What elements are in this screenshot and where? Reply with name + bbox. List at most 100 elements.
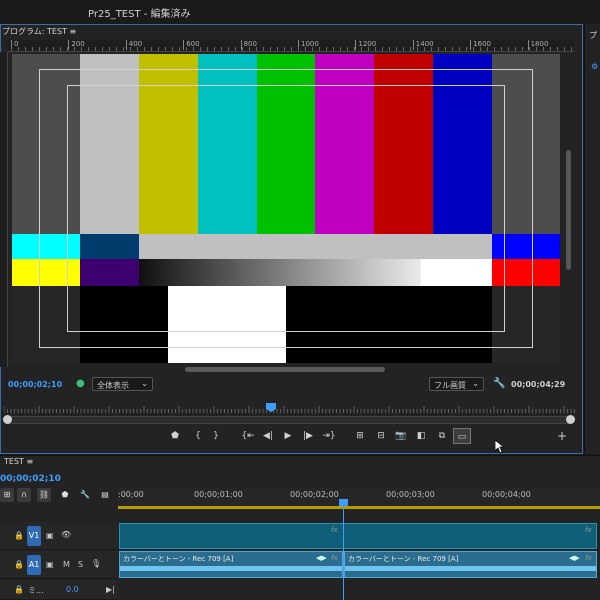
- track-header-mix: 🔒 ミ... 0.0 ▶|: [0, 580, 118, 600]
- ruler-minor-tick: [445, 47, 446, 51]
- ruler-minor-tick: [256, 47, 257, 51]
- mark-out-icon[interactable]: }: [207, 428, 225, 444]
- timeline-ruler-label: :00;00: [118, 490, 144, 499]
- ruler-minor-tick: [333, 47, 334, 51]
- monitor-control-row: 00;00;02;10 ● 全体表示 ⌄ フル画質 ⌄ 🔧 00;00;04;2…: [0, 376, 582, 394]
- audio-clip[interactable]: カラーバーとトーン - Rec 709 [A] ◀▶ fx: [119, 551, 343, 578]
- window-title: Pr25_TEST - 編集済み: [88, 9, 191, 20]
- mute-button[interactable]: M: [63, 560, 70, 569]
- ruler-minor-tick: [564, 47, 565, 51]
- go-to-end-icon[interactable]: ▶|: [106, 585, 115, 594]
- insert-nest-icon[interactable]: ⊞: [0, 488, 14, 502]
- snap-icon[interactable]: ∩: [17, 488, 31, 502]
- ruler-minor-tick: [305, 47, 306, 51]
- step-forward-icon[interactable]: |▶: [299, 428, 317, 444]
- current-timecode[interactable]: 00;00;02;10: [8, 380, 62, 389]
- scroll-handle-left[interactable]: [3, 415, 12, 424]
- eye-icon[interactable]: 👁: [61, 530, 71, 539]
- ruler-minor-tick: [473, 47, 474, 51]
- sync-lock-icon[interactable]: ▣: [46, 560, 54, 569]
- quality-dropdown[interactable]: フル画質 ⌄: [429, 377, 484, 391]
- marker-icon[interactable]: ⬟: [166, 428, 184, 444]
- ruler-minor-tick: [74, 47, 75, 51]
- mix-volume-value[interactable]: 0.0: [66, 585, 79, 594]
- lock-icon[interactable]: 🔒: [14, 585, 24, 594]
- captions-icon[interactable]: ▤: [98, 488, 112, 502]
- ruler-tick-label: 1200: [355, 40, 376, 50]
- ruler-minor-tick: [403, 47, 404, 51]
- track-target-a1[interactable]: A1: [27, 555, 41, 575]
- ruler-minor-tick: [116, 47, 117, 51]
- ruler-minor-tick: [270, 47, 271, 51]
- ruler-minor-tick: [221, 47, 222, 51]
- scroll-handle-right[interactable]: [566, 415, 575, 424]
- timeline-timecode[interactable]: 00;00;02;10: [0, 474, 61, 484]
- ruler-minor-tick: [53, 47, 54, 51]
- lock-icon[interactable]: 🔒: [14, 531, 24, 540]
- video-clip[interactable]: fx fx: [119, 523, 597, 549]
- ruler-minor-tick: [361, 47, 362, 51]
- microphone-icon[interactable]: 🎙: [91, 559, 101, 568]
- ruler-minor-tick: [382, 47, 383, 51]
- program-monitor-tab[interactable]: プログラム: TEST ≡: [0, 26, 76, 40]
- title-bar: Pr25_TEST - 編集済み: [0, 0, 600, 24]
- go-to-in-icon[interactable]: {⇤: [239, 428, 257, 444]
- step-back-icon[interactable]: ◀|: [259, 428, 277, 444]
- work-area-bar[interactable]: [118, 506, 600, 509]
- ruler-minor-tick: [543, 47, 544, 51]
- go-to-out-icon[interactable]: ⇥}: [320, 428, 338, 444]
- add-button-icon[interactable]: +: [553, 428, 571, 444]
- ruler-tick-label: 1800: [527, 40, 548, 50]
- ruler-minor-tick: [18, 47, 19, 51]
- ruler-minor-tick: [326, 47, 327, 51]
- ruler-minor-tick: [298, 47, 299, 51]
- sequence-tab[interactable]: TEST ≡: [4, 457, 33, 466]
- fx-badge: fx: [331, 554, 338, 562]
- ruler-minor-tick: [508, 47, 509, 51]
- toggle-proxies-icon[interactable]: ⧉: [433, 428, 451, 444]
- track-target-v1[interactable]: V1: [27, 526, 41, 546]
- extract-icon[interactable]: ⊟: [372, 428, 390, 444]
- timeline-playhead[interactable]: [343, 503, 344, 600]
- vertical-scrollbar[interactable]: [566, 150, 571, 270]
- render-status-dot-icon: ●: [76, 378, 85, 389]
- ruler-minor-tick: [312, 47, 313, 51]
- mini-playhead-icon[interactable]: [266, 403, 276, 412]
- ruler-tick-label: 400: [125, 40, 142, 50]
- lock-icon[interactable]: 🔒: [14, 560, 24, 569]
- ruler-minor-tick: [88, 47, 89, 51]
- ruler-minor-tick: [431, 47, 432, 51]
- track-header-v1: 🔒 V1 ▣ 👁: [0, 522, 118, 550]
- sync-lock-icon[interactable]: ▣: [46, 531, 54, 540]
- lift-icon[interactable]: ⊞: [351, 428, 369, 444]
- ruler-minor-tick: [375, 47, 376, 51]
- export-frame-icon[interactable]: 📷: [392, 428, 410, 444]
- solo-button[interactable]: S: [78, 560, 83, 569]
- timeline-ruler-label: 00;00;01;00: [194, 490, 243, 499]
- safe-margins-icon[interactable]: ▭: [453, 428, 471, 444]
- linked-selection-icon[interactable]: ⛓: [37, 488, 51, 502]
- settings-icon[interactable]: ⚙: [591, 62, 598, 71]
- play-icon[interactable]: ▶: [279, 428, 297, 444]
- ruler-minor-tick: [459, 47, 460, 51]
- ruler-minor-tick: [557, 47, 558, 51]
- comparison-view-icon[interactable]: ◧: [412, 428, 430, 444]
- program-video-frame[interactable]: [12, 54, 560, 363]
- fx-badge: fx: [331, 526, 338, 534]
- ruler-minor-tick: [123, 47, 124, 51]
- timeline-settings-icon[interactable]: 🔧: [78, 488, 92, 502]
- wrench-icon[interactable]: 🔧: [493, 378, 505, 389]
- horizontal-scrollbar[interactable]: [185, 367, 385, 372]
- audio-keyframe-icon: ◀▶: [316, 554, 327, 562]
- audio-clip[interactable]: カラーバーとトーン - Rec 709 [A] ◀▶ fx: [344, 551, 597, 578]
- zoom-dropdown[interactable]: 全体表示 ⌄: [92, 377, 153, 391]
- mark-in-icon[interactable]: {: [189, 428, 207, 444]
- ruler-minor-tick: [480, 47, 481, 51]
- add-marker-icon[interactable]: ⬟: [58, 488, 72, 502]
- right-panel-tab[interactable]: プ: [589, 30, 597, 41]
- track-header-a1: 🔒 A1 ▣ M S 🎙: [0, 551, 118, 579]
- ruler-minor-tick: [151, 47, 152, 51]
- zoom-scroll-bar[interactable]: [3, 415, 575, 424]
- mini-time-ruler[interactable]: [3, 398, 578, 413]
- ruler-minor-tick: [424, 47, 425, 51]
